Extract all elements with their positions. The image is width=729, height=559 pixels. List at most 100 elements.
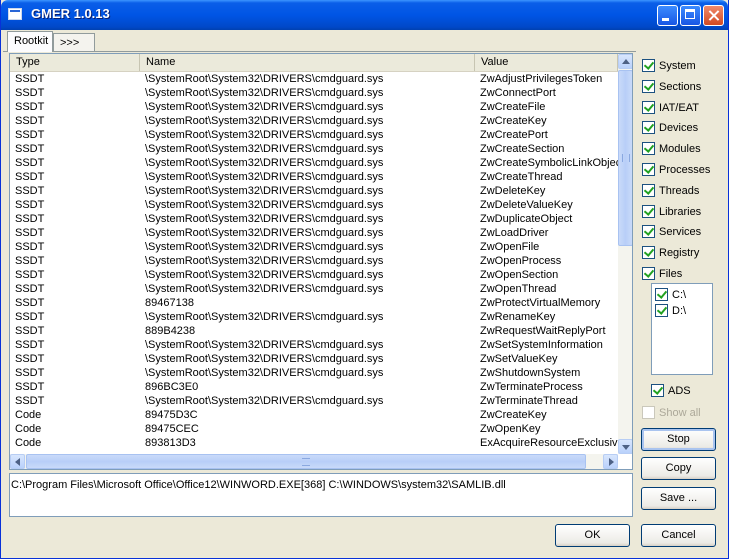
vertical-scroll-thumb[interactable] — [618, 70, 632, 246]
tab-more[interactable]: >>> — [53, 33, 95, 51]
cell-value: ZwRequestWaitReplyPort — [480, 325, 606, 337]
table-row[interactable]: Code 893813D3 ExAcquireResourceExclusive — [10, 436, 620, 450]
cell-value: ZwCreateFile — [480, 101, 546, 113]
cell-type: SSDT — [15, 73, 45, 85]
checkbox-icon[interactable] — [642, 204, 655, 218]
cell-value: ZwOpenFile — [480, 241, 540, 253]
cell-type: SSDT — [15, 171, 45, 183]
cell-value: ZwSetSystemInformation — [480, 339, 603, 351]
checkbox-icon[interactable] — [642, 59, 655, 72]
cell-value: ZwCreateKey — [480, 409, 547, 421]
column-header-name[interactable]: Name — [140, 54, 475, 71]
table-row[interactable]: SSDT \SystemRoot\System32\DRIVERS\cmdguar… — [10, 240, 618, 254]
table-row[interactable]: SSDT \SystemRoot\System32\DRIVERS\cmdguar… — [10, 366, 618, 380]
scroll-left-button[interactable] — [10, 454, 25, 469]
checkbox-icon[interactable] — [655, 304, 668, 317]
table-row[interactable]: SSDT \SystemRoot\System32\DRIVERS\cmdguar… — [10, 338, 618, 352]
cell-value: ZwConnectPort — [480, 87, 556, 99]
vertical-scrollbar[interactable] — [618, 54, 632, 454]
column-header-type[interactable]: Type — [10, 54, 140, 71]
cell-value: ZwOpenProcess — [480, 255, 562, 267]
cell-type: SSDT — [15, 227, 45, 239]
list-header: Type Name Value — [10, 54, 618, 72]
table-row[interactable]: SSDT \SystemRoot\System32\DRIVERS\cmdguar… — [10, 142, 618, 156]
table-row[interactable]: SSDT 889B4238 ZwRequestWaitReplyPort — [10, 324, 618, 338]
table-row[interactable]: SSDT \SystemRoot\System32\DRIVERS\cmdguar… — [10, 184, 618, 198]
ok-button[interactable]: OK — [555, 524, 630, 547]
arrow-down-icon — [622, 445, 630, 450]
horizontal-scrollbar[interactable] — [10, 454, 618, 469]
cell-name: 893813D3 — [145, 437, 196, 449]
table-row[interactable]: SSDT \SystemRoot\System32\DRIVERS\cmdguar… — [10, 156, 620, 170]
column-header-value[interactable]: Value — [475, 54, 618, 71]
option-label: Sections — [659, 80, 702, 93]
checkbox-icon[interactable] — [651, 384, 664, 397]
cell-value: ZwOpenKey — [480, 423, 541, 435]
cell-name: \SystemRoot\System32\DRIVERS\cmdguard.sy… — [145, 157, 384, 169]
title-bar[interactable]: GMER 1.0.13 — [1, 0, 728, 30]
copy-button[interactable]: Copy — [641, 457, 716, 480]
table-row[interactable]: SSDT \SystemRoot\System32\DRIVERS\cmdguar… — [10, 226, 618, 240]
table-row[interactable]: SSDT \SystemRoot\System32\DRIVERS\cmdguar… — [10, 268, 618, 282]
table-row[interactable]: SSDT \SystemRoot\System32\DRIVERS\cmdguar… — [10, 394, 618, 408]
checkbox-icon[interactable] — [642, 100, 655, 114]
cell-value: ZwDeleteValueKey — [480, 199, 573, 211]
results-list[interactable]: Type Name Value SSDT \SystemRoot\System32… — [9, 53, 633, 470]
table-row[interactable]: SSDT 896BC3E0 ZwTerminateProcess — [10, 380, 618, 394]
checkbox-icon[interactable] — [642, 163, 655, 176]
cell-value: ZwAdjustPrivilegesToken — [480, 73, 603, 85]
cell-type: SSDT — [15, 87, 45, 99]
table-row[interactable]: SSDT \SystemRoot\System32\DRIVERS\cmdguar… — [10, 282, 618, 296]
table-row[interactable]: SSDT \SystemRoot\System32\DRIVERS\cmdguar… — [10, 170, 618, 184]
checkbox-icon[interactable] — [642, 406, 655, 419]
horizontal-scroll-thumb[interactable] — [26, 454, 586, 469]
checkbox-icon[interactable] — [642, 183, 655, 197]
table-row[interactable]: Code 89475D3C ZwCreateKey — [10, 408, 618, 422]
save-button[interactable]: Save ... — [641, 487, 716, 510]
table-row[interactable]: SSDT \SystemRoot\System32\DRIVERS\cmdguar… — [10, 128, 618, 142]
table-row[interactable]: SSDT \SystemRoot\System32\DRIVERS\cmdguar… — [10, 254, 618, 268]
cell-name: \SystemRoot\System32\DRIVERS\cmdguard.sy… — [145, 143, 384, 155]
cell-type: SSDT — [15, 395, 45, 407]
scroll-down-button[interactable] — [618, 439, 632, 454]
option-label: Modules — [659, 143, 701, 156]
option-label: Registry — [659, 247, 700, 260]
table-row[interactable]: SSDT \SystemRoot\System32\DRIVERS\cmdguar… — [10, 198, 618, 212]
tab-rootkit[interactable]: Rootkit — [7, 31, 53, 52]
cell-type: SSDT — [15, 339, 45, 351]
cell-name: \SystemRoot\System32\DRIVERS\cmdguard.sy… — [145, 283, 384, 295]
table-row[interactable]: SSDT \SystemRoot\System32\DRIVERS\cmdguar… — [10, 86, 618, 100]
arrow-left-icon — [15, 458, 20, 466]
maximize-button[interactable] — [680, 5, 701, 26]
cell-type: SSDT — [15, 213, 45, 225]
drives-list[interactable]: C:\ D:\ — [651, 283, 713, 375]
cell-name: \SystemRoot\System32\DRIVERS\cmdguard.sy… — [145, 227, 384, 239]
cancel-button[interactable]: Cancel — [641, 524, 716, 547]
table-row[interactable]: SSDT \SystemRoot\System32\DRIVERS\cmdguar… — [10, 212, 618, 226]
scroll-up-button[interactable] — [618, 54, 632, 69]
table-row[interactable]: SSDT \SystemRoot\System32\DRIVERS\cmdguar… — [10, 72, 618, 86]
table-row[interactable]: SSDT \SystemRoot\System32\DRIVERS\cmdguar… — [10, 352, 618, 366]
arrow-up-icon — [622, 59, 630, 64]
stop-button[interactable]: Stop — [641, 428, 716, 451]
table-row[interactable]: SSDT 89467138 ZwProtectVirtualMemory — [10, 296, 618, 310]
checkbox-icon[interactable] — [642, 246, 655, 260]
checkbox-icon[interactable] — [642, 267, 655, 280]
cell-type: SSDT — [15, 297, 45, 309]
close-button[interactable] — [703, 5, 724, 26]
checkbox-icon[interactable] — [642, 121, 655, 135]
minimize-button[interactable] — [657, 5, 678, 26]
checkbox-icon[interactable] — [655, 288, 668, 301]
drive-label: D:\ — [672, 305, 687, 317]
ads-label: ADS — [668, 385, 691, 397]
checkbox-icon[interactable] — [642, 225, 655, 239]
scroll-right-button[interactable] — [603, 454, 618, 469]
table-row[interactable]: SSDT \SystemRoot\System32\DRIVERS\cmdguar… — [10, 114, 618, 128]
cell-name: \SystemRoot\System32\DRIVERS\cmdguard.sy… — [145, 311, 384, 323]
checkbox-icon[interactable] — [642, 142, 655, 156]
cell-value: ExAcquireResourceExclusive — [480, 437, 620, 449]
table-row[interactable]: Code 89475CEC ZwOpenKey — [10, 422, 618, 436]
table-row[interactable]: SSDT \SystemRoot\System32\DRIVERS\cmdguar… — [10, 310, 618, 324]
checkbox-icon[interactable] — [642, 79, 655, 93]
table-row[interactable]: SSDT \SystemRoot\System32\DRIVERS\cmdguar… — [10, 100, 618, 114]
